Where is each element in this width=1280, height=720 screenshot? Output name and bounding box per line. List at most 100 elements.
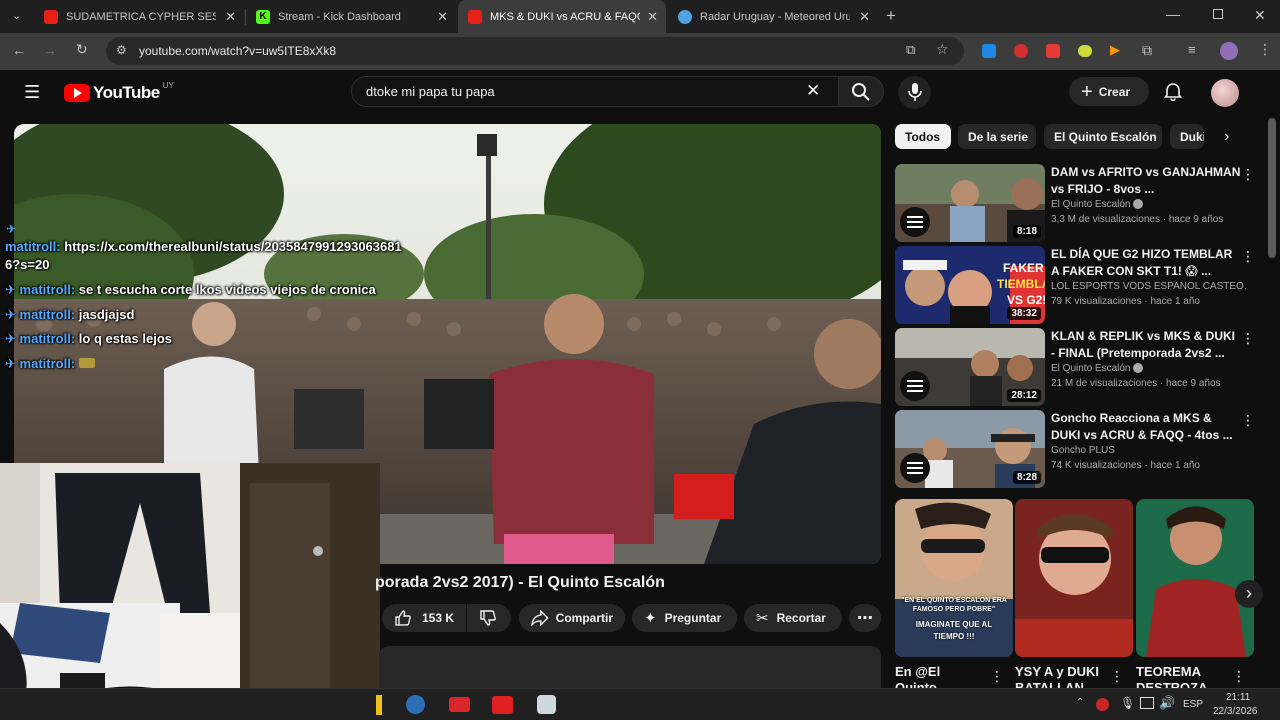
tray-app-icon[interactable]	[1096, 698, 1109, 711]
close-icon[interactable]: ✕	[437, 9, 448, 25]
share-button[interactable]: Compartir	[519, 604, 625, 632]
notifications-bell-icon[interactable]	[1163, 81, 1183, 106]
duration-badge: 38:32	[1007, 307, 1041, 320]
voice-search-button[interactable]	[898, 76, 931, 109]
description-box[interactable]	[379, 646, 881, 688]
recommendation-title[interactable]: KLAN & REPLIK vs MKS & DUKI - FINAL (Pre…	[1051, 328, 1241, 362]
clock-date[interactable]: 22/3/2026	[1213, 706, 1258, 717]
close-icon[interactable]: ✕	[859, 9, 870, 25]
extension-translate-icon[interactable]	[982, 44, 996, 58]
install-app-icon[interactable]: ⧉	[906, 42, 915, 58]
channel-name[interactable]: Goncho PLUS	[1051, 445, 1246, 456]
more-vertical-icon[interactable]: ⋮	[1241, 330, 1255, 347]
taskbar-app-icon[interactable]	[537, 695, 556, 714]
more-vertical-icon[interactable]: ⋮	[1241, 412, 1255, 429]
tab-sudametrica[interactable]: SUDAMETRICA CYPHER SESSIO ✕	[34, 0, 244, 33]
search-input[interactable]: dtoke mi papa tu papa ✕	[351, 76, 839, 107]
extension-cloud-icon[interactable]	[1078, 45, 1092, 57]
short-thumbnail[interactable]	[1136, 499, 1254, 657]
tray-mic-icon[interactable]: 🎙	[1120, 696, 1135, 710]
close-icon[interactable]: ✕	[225, 9, 236, 25]
channel-name[interactable]: LOL ESPORTS VODS ESPAÑOL CASTEO...	[1051, 281, 1246, 292]
minimize-icon[interactable]: —	[1166, 6, 1180, 22]
extension-video-icon[interactable]	[1046, 44, 1060, 58]
more-vertical-icon[interactable]: ⋮	[1232, 668, 1246, 685]
clock-time[interactable]: 21:11	[1226, 692, 1250, 703]
taskbar-app-icon[interactable]	[449, 697, 470, 712]
taskbar-app-icon[interactable]	[492, 696, 513, 714]
like-button[interactable]: 153 K	[382, 604, 466, 632]
restore-icon[interactable]	[1213, 9, 1223, 19]
taskbar-app-icon[interactable]	[406, 695, 425, 714]
tray-volume-icon[interactable]: 🔊	[1159, 695, 1175, 711]
recommendation-title[interactable]: EL DÍA QUE G2 HIZO TEMBLAR A FAKER CON S…	[1051, 246, 1241, 280]
youtube-favicon-icon	[468, 9, 482, 24]
video-thumbnail[interactable]: 8:18	[895, 164, 1045, 242]
more-vertical-icon[interactable]: ⋮	[1241, 248, 1255, 265]
close-window-icon[interactable]: ✕	[1254, 7, 1266, 24]
tab-search-icon[interactable]: ⌄	[12, 9, 21, 22]
shorts-next-button[interactable]: ›	[1235, 580, 1263, 608]
extensions-puzzle-icon[interactable]: ⧉	[1142, 42, 1152, 59]
channel-name[interactable]: El Quinto Escalón	[1051, 199, 1246, 210]
input-language[interactable]: ESP	[1183, 699, 1203, 710]
tab-radar[interactable]: Radar Uruguay - Meteored Uru ✕	[668, 0, 878, 33]
search-icon	[852, 83, 870, 101]
forward-icon[interactable]: →	[43, 42, 57, 58]
chat-username: matitroll:	[19, 282, 76, 297]
clip-button[interactable]: ✂ Recortar	[744, 604, 842, 632]
recommendation-item[interactable]: FAKER TIEMBLA VS G2! 38:32 EL DÍA QUE G2 H…	[895, 246, 1265, 324]
short-title[interactable]: YSY A y DUKI BATALLAN	[1015, 664, 1105, 688]
hamburger-menu-icon[interactable]: ☰	[24, 82, 40, 103]
tray-chevron-icon[interactable]: ⌃	[1076, 697, 1084, 708]
more-vertical-icon[interactable]: ⋮	[990, 668, 1004, 685]
extension-play-icon[interactable]: ▶	[1110, 42, 1120, 58]
short-thumbnail[interactable]: "EN EL QUINTO ESCALÓN ERA FAMOSO PERO PO…	[895, 499, 1013, 657]
short-title[interactable]: En @El Quinto	[895, 664, 985, 688]
search-button[interactable]	[838, 76, 884, 107]
recommendation-title[interactable]: DAM vs AFRITO vs GANJAHMAN vs FRIJO - 8v…	[1051, 164, 1241, 198]
youtube-logo[interactable]: YouTube UY	[64, 81, 174, 103]
extension-adblock-icon[interactable]	[1014, 44, 1028, 58]
taskbar-app-icon[interactable]	[376, 695, 382, 715]
recommendation-item[interactable]: 8:18 DAM vs AFRITO vs GANJAHMAN vs FRIJO…	[895, 164, 1265, 242]
video-thumbnail[interactable]: 8:28	[895, 410, 1045, 488]
more-actions-button[interactable]: ⋯	[849, 604, 881, 632]
chip-series[interactable]: De la serie	[958, 124, 1036, 149]
media-controls-icon[interactable]: ≡	[1188, 42, 1196, 57]
avatar[interactable]	[1211, 79, 1239, 107]
chip-all[interactable]: Todos	[895, 124, 951, 149]
video-meta: 21 M de visualizaciones · hace 9 años	[1051, 378, 1221, 389]
new-tab-icon[interactable]: +	[886, 6, 896, 26]
more-vertical-icon[interactable]: ⋮	[1241, 166, 1255, 183]
tab-kick[interactable]: K Stream - Kick Dashboard ✕	[246, 0, 456, 33]
recommendation-item[interactable]: 28:12 KLAN & REPLIK vs MKS & DUKI - FINA…	[895, 328, 1265, 406]
dislike-button[interactable]	[467, 604, 511, 632]
chip-duki[interactable]: Duki	[1170, 124, 1204, 149]
video-thumbnail[interactable]: FAKER TIEMBLA VS G2! 38:32	[895, 246, 1045, 324]
tab-active-video[interactable]: MKS & DUKI vs ACRU & FAQQ ✕	[458, 0, 666, 33]
reload-icon[interactable]: ↻	[76, 41, 88, 58]
profile-avatar-icon[interactable]	[1220, 42, 1238, 60]
bookmark-star-icon[interactable]: ☆	[936, 41, 949, 58]
channel-name[interactable]: El Quinto Escalón	[1051, 363, 1246, 374]
back-icon[interactable]: ←	[12, 42, 26, 58]
ask-button[interactable]: ✦ Preguntar	[632, 604, 737, 632]
more-vertical-icon[interactable]: ⋮	[1110, 668, 1124, 685]
address-bar[interactable]: ⚙ youtube.com/watch?v=uw5ITE8xXk8 ⧉ ☆	[106, 37, 964, 65]
close-icon[interactable]: ✕	[647, 9, 658, 25]
short-title[interactable]: TEOREMA DESTROZA	[1136, 664, 1226, 688]
chips-next-chevron-icon[interactable]: ›	[1224, 128, 1229, 146]
site-info-icon[interactable]: ⚙	[116, 43, 127, 57]
video-thumbnail[interactable]: 28:12	[895, 328, 1045, 406]
chip-channel[interactable]: El Quinto Escalón	[1044, 124, 1162, 149]
browser-menu-icon[interactable]: ⋮	[1258, 41, 1272, 58]
page-scrollbar[interactable]	[1268, 118, 1276, 258]
recommendation-title[interactable]: Goncho Reacciona a MKS & DUKI vs ACRU & …	[1051, 410, 1241, 444]
tray-network-icon[interactable]	[1140, 697, 1154, 709]
short-thumbnail[interactable]	[1015, 499, 1133, 657]
recommendation-item[interactable]: 8:28 Goncho Reacciona a MKS & DUKI vs AC…	[895, 410, 1265, 488]
clear-search-icon[interactable]: ✕	[806, 81, 820, 101]
create-button[interactable]: + Crear	[1069, 77, 1149, 106]
chat-badge-icon: ✈	[6, 222, 17, 236]
